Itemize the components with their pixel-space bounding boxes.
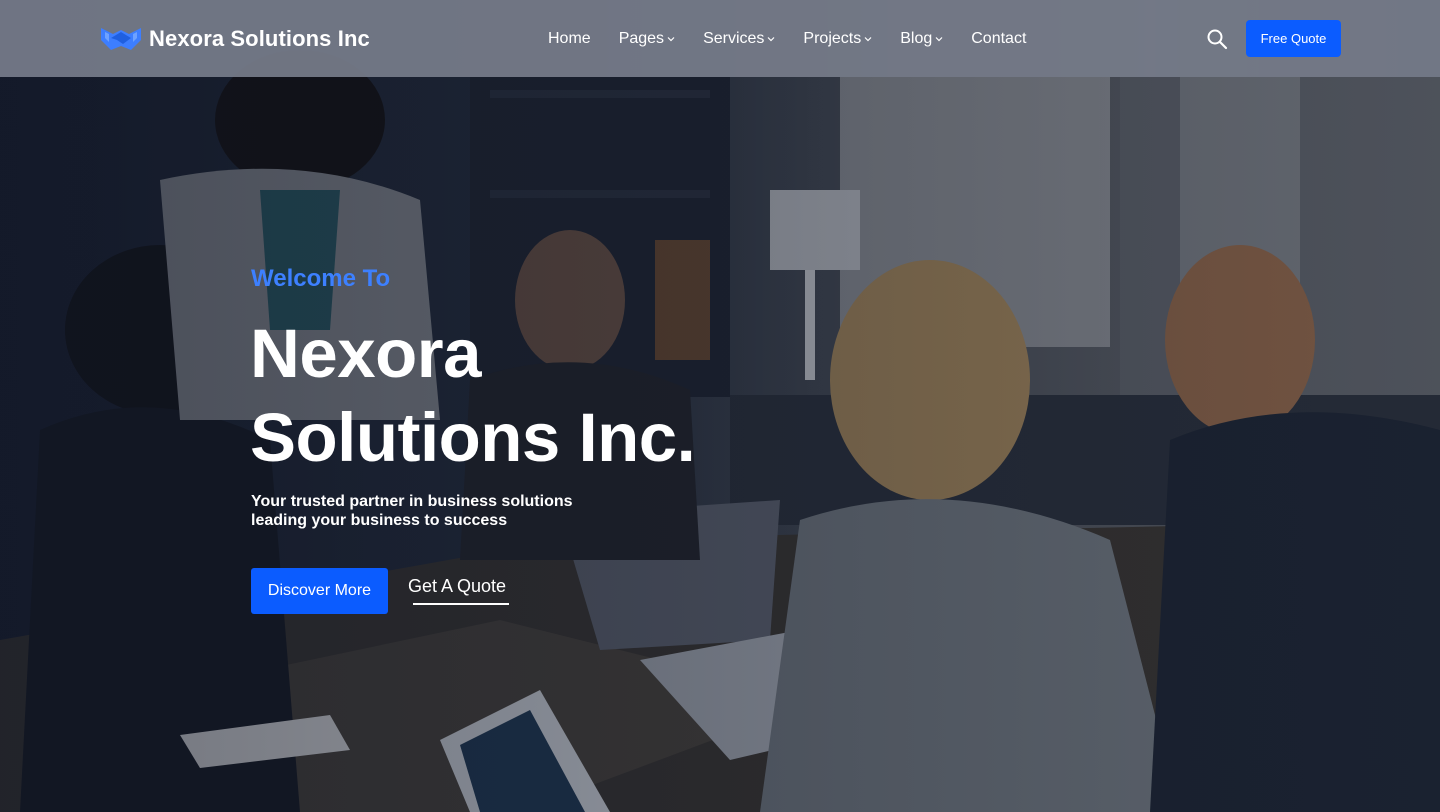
- chevron-down-icon: [767, 37, 775, 42]
- nav-item-label: Services: [703, 30, 765, 47]
- main-nav: Home Pages Services Projects Blog Contac…: [548, 27, 1026, 51]
- hero-title-line-2: Solutions Inc.: [250, 399, 696, 476]
- nav-item-label: Blog: [900, 30, 933, 47]
- get-a-quote-underline: [413, 603, 509, 605]
- nav-item-contact[interactable]: Contact: [971, 30, 1026, 48]
- get-a-quote-link[interactable]: Get A Quote: [408, 576, 506, 606]
- handshake-logo-icon: [101, 28, 141, 50]
- hero-title: Nexora Solutions Inc.: [250, 312, 810, 480]
- hero-title-line-1: Nexora: [250, 315, 481, 392]
- nav-item-blog[interactable]: Blog: [900, 30, 943, 48]
- hero-tagline: Your trusted partner in business solutio…: [251, 493, 573, 529]
- brand-logo-link[interactable]: Nexora Solutions Inc: [99, 22, 370, 56]
- nav-item-label: Projects: [803, 30, 862, 47]
- nav-item-services[interactable]: Services: [703, 30, 775, 48]
- search-icon[interactable]: [1205, 27, 1229, 51]
- nav-item-label: Contact: [971, 30, 1027, 47]
- nav-item-label: Home: [548, 30, 591, 47]
- nav-item-pages[interactable]: Pages: [619, 30, 675, 48]
- chevron-down-icon: [667, 37, 675, 42]
- brand-name: Nexora Solutions Inc: [149, 26, 370, 51]
- discover-more-button[interactable]: Discover More: [251, 568, 388, 614]
- chevron-down-icon: [935, 37, 943, 42]
- nav-item-home[interactable]: Home: [548, 30, 591, 48]
- hero-eyebrow: Welcome To: [251, 265, 391, 292]
- free-quote-button[interactable]: Free Quote: [1246, 20, 1341, 57]
- nav-item-projects[interactable]: Projects: [803, 30, 872, 48]
- top-navbar: Nexora Solutions Inc Home Pages Services…: [0, 0, 1440, 77]
- chevron-down-icon: [864, 37, 872, 42]
- nav-item-label: Pages: [618, 30, 665, 47]
